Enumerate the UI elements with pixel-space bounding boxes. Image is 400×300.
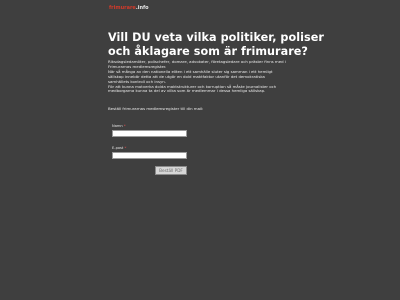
required-marker: * (124, 146, 127, 150)
page: frimurare.info Vill DU veta vilka politi… (0, 0, 400, 300)
name-label-text: Namn (112, 124, 123, 128)
intro-line: medborgarna kunna ta del av vilka som är… (108, 88, 266, 94)
email-field-label: E-post * (112, 146, 126, 151)
logo-main-text: frimurare (109, 5, 136, 11)
logo-tld-text: .info (135, 5, 149, 11)
required-marker: * (123, 124, 126, 128)
order-pdf-button[interactable]: Beställ PDF (155, 166, 187, 175)
name-field-label: Namn * (112, 124, 126, 129)
headline-line-2: och åklagare som är frimurare? (108, 44, 308, 58)
email-field[interactable] (112, 152, 187, 159)
order-instruction: Beställ frimurarnas medlemsregister till… (108, 106, 204, 111)
page-headline: Vill DU veta vilka politiker, poliser oc… (108, 31, 368, 58)
name-field[interactable] (112, 130, 187, 137)
site-logo[interactable]: frimurare.info (109, 5, 149, 12)
headline-line-1: Vill DU veta vilka politiker, poliser (108, 31, 324, 44)
email-label-text: E-post (112, 146, 124, 150)
intro-paragraph: Riksdagsledamöter, polischefer, domare, … (108, 59, 338, 94)
